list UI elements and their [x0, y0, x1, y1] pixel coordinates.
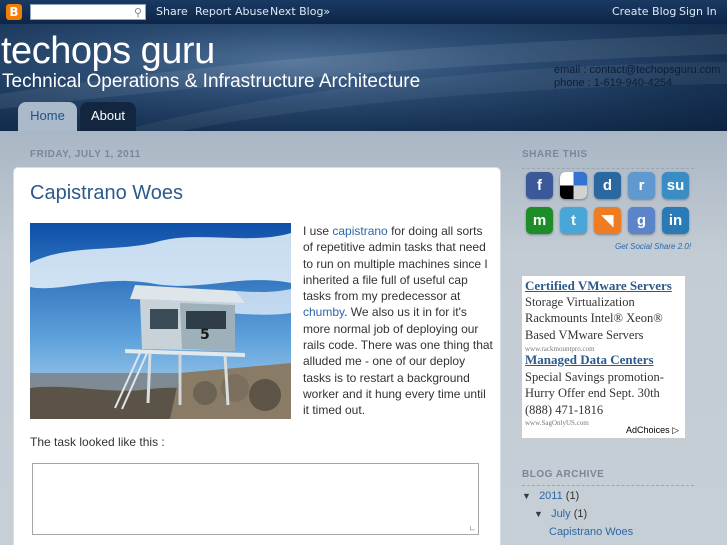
- adchoices-link[interactable]: AdChoices ▷: [626, 425, 679, 436]
- archive-divider: [522, 485, 694, 486]
- share-delicious-icon[interactable]: [560, 172, 587, 199]
- contact-info: email : contact@techopsguru.com phone : …: [554, 64, 720, 90]
- main-content: FRIDAY, JULY 1, 2011 Capistrano Woes 5 I…: [0, 131, 727, 545]
- archive-month-count: (1): [573, 508, 588, 520]
- ad-title-vmware[interactable]: Certified VMware Servers: [525, 278, 672, 294]
- tab-about[interactable]: About: [80, 102, 136, 131]
- share-divider: [522, 168, 694, 169]
- post-paragraph: The task looked like this :: [30, 435, 165, 449]
- blogger-navbar: B ⚲ Share Report Abuse Next Blog» Create…: [0, 0, 727, 24]
- contact-email: email : contact@techopsguru.com: [554, 64, 721, 76]
- blog-header: techops guru Technical Operations & Infr…: [0, 24, 727, 131]
- blog-title[interactable]: techops guru: [1, 30, 215, 73]
- ad-unit[interactable]: Certified VMware Servers Storage Virtual…: [522, 276, 685, 438]
- blog-search-input[interactable]: ⚲: [30, 4, 146, 20]
- ad-body-datacenters: Special Savings promotion-Hurry Offer en…: [525, 370, 664, 417]
- expand-caret-icon[interactable]: ▼: [522, 491, 536, 501]
- post-body-text: I use capistrano for doing all sorts of …: [303, 223, 493, 419]
- archive-year-link[interactable]: 2011: [539, 490, 563, 502]
- tab-home[interactable]: Home: [18, 102, 77, 131]
- share-this-heading: SHARE THIS: [522, 149, 588, 160]
- archive-post-item: Capistrano Woes: [549, 526, 633, 538]
- ad-url-datacenters[interactable]: www.SagOnlyUS.com: [525, 419, 589, 427]
- post-text-fragment: I use: [303, 224, 333, 238]
- post-image-lifeguard-tower[interactable]: 5: [30, 223, 291, 419]
- post-text-fragment: . We also us it in for it's more normal …: [303, 305, 493, 418]
- archive-post-link[interactable]: Capistrano Woes: [549, 526, 633, 538]
- search-icon[interactable]: ⚲: [134, 6, 142, 19]
- archive-month-july: ▼ July (1): [534, 508, 587, 520]
- capistrano-link[interactable]: capistrano: [332, 224, 387, 238]
- code-textarea[interactable]: ∟: [32, 463, 479, 535]
- blog-archive-heading: BLOG ARCHIVE: [522, 469, 605, 480]
- ad-title-datacenters[interactable]: Managed Data Centers: [525, 352, 654, 368]
- archive-year-count: (1): [565, 490, 580, 502]
- contact-phone: phone : 1-619-940-4254: [554, 77, 673, 89]
- expand-caret-icon[interactable]: ▼: [534, 509, 548, 519]
- share-google-icon[interactable]: g: [628, 207, 655, 234]
- report-abuse-link[interactable]: Report Abuse: [195, 5, 269, 18]
- post-image-label: 5: [200, 327, 210, 343]
- blog-subtitle: Technical Operations & Infrastructure Ar…: [2, 71, 421, 92]
- blog-post: Capistrano Woes 5 I use capistrano for d…: [13, 167, 501, 545]
- share-stumbleupon-icon[interactable]: su: [662, 172, 689, 199]
- share-reddit-icon[interactable]: r: [628, 172, 655, 199]
- post-date-header: FRIDAY, JULY 1, 2011: [30, 149, 141, 160]
- next-blog-link[interactable]: Next Blog»: [270, 5, 330, 18]
- share-twitter-icon[interactable]: t: [560, 207, 587, 234]
- create-blog-link[interactable]: Create Blog: [612, 5, 676, 18]
- blogger-logo-icon[interactable]: B: [6, 4, 22, 20]
- resize-grip-icon[interactable]: ∟: [469, 525, 477, 533]
- share-link[interactable]: Share: [156, 5, 188, 18]
- share-rss-icon[interactable]: ◥: [594, 207, 621, 234]
- share-myspace-icon[interactable]: m: [526, 207, 553, 234]
- share-linkedin-icon[interactable]: in: [662, 207, 689, 234]
- post-title[interactable]: Capistrano Woes: [30, 182, 183, 205]
- share-facebook-icon[interactable]: f: [526, 172, 553, 199]
- share-credit-link[interactable]: Get Social Share 2.0!: [615, 242, 691, 251]
- archive-month-link[interactable]: July: [551, 508, 571, 520]
- archive-year-2011: ▼ 2011 (1): [522, 490, 579, 502]
- chumby-link[interactable]: chumby: [303, 305, 344, 319]
- sign-in-link[interactable]: Sign In: [679, 5, 717, 18]
- share-digg-icon[interactable]: d: [594, 172, 621, 199]
- ad-body-vmware: Storage Virtualization Rackmounts Intel®…: [525, 295, 663, 342]
